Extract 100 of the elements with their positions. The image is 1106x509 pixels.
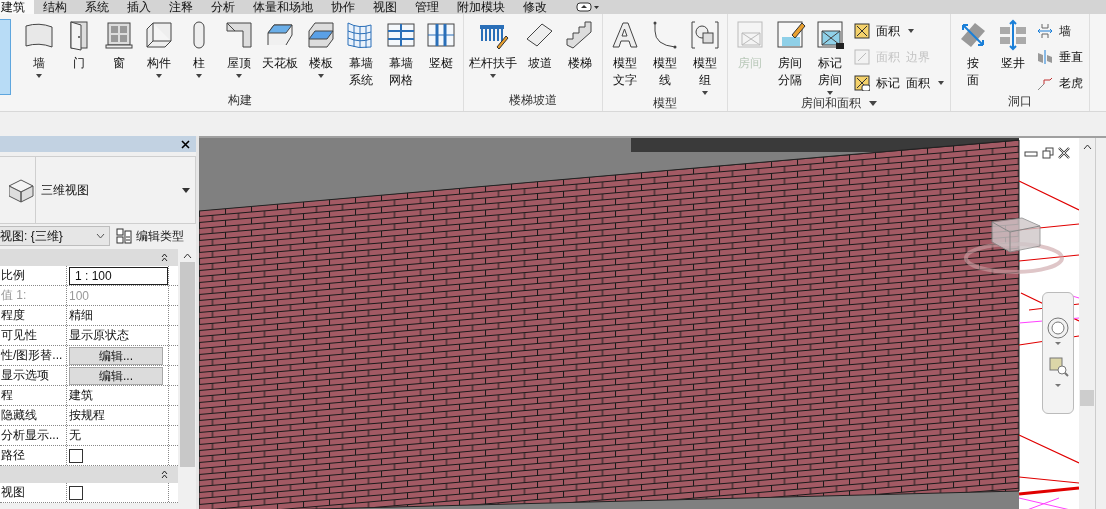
minimize-icon[interactable] <box>1024 148 1038 158</box>
ribbon-small-button[interactable]: 垂直 <box>1037 47 1083 67</box>
property-label: 性/图形替... <box>0 346 67 365</box>
ribbon-button[interactable]: 模型 线 <box>645 19 685 89</box>
scrollbar-thumb[interactable] <box>180 262 195 467</box>
ribbon-button[interactable]: 坡道 <box>520 19 560 72</box>
steering-wheel-icon[interactable] <box>1046 316 1070 346</box>
brick-wall-3d-drawing[interactable] <box>199 138 1079 509</box>
close-icon[interactable] <box>181 139 190 149</box>
type-selector[interactable]: 三维视图 <box>0 156 196 224</box>
viewcube-drawing[interactable] <box>964 214 1064 276</box>
caret-icon <box>908 29 914 33</box>
ribbon-tab[interactable]: 系统 <box>76 0 118 14</box>
property-label: 程 <box>0 386 67 405</box>
ribbon-small-button[interactable]: 墙 <box>1037 21 1083 41</box>
ribbon-tab[interactable]: 插入 <box>118 0 160 14</box>
letter-a-icon <box>609 19 641 51</box>
roof-icon <box>223 19 255 51</box>
ribbon-button[interactable]: 窗 <box>99 19 139 72</box>
ribbon-button[interactable]: 标记 房间 <box>810 19 850 95</box>
restore-icon[interactable] <box>1042 147 1054 159</box>
property-label: 可见性 <box>0 326 67 345</box>
property-label: 隐藏线 <box>0 406 67 425</box>
ribbon-group-title[interactable]: 构建 <box>19 92 461 111</box>
ribbon-tab[interactable]: 附加模块 <box>448 0 514 14</box>
caret-icon <box>182 187 190 193</box>
instance-dropdown[interactable]: 视图: {三维} <box>0 226 110 246</box>
ribbon-group-title[interactable]: 洞口 <box>953 93 1087 112</box>
wall-opening-icon <box>1037 23 1053 39</box>
ribbon-small-button[interactable]: 标记 面积 <box>854 73 944 93</box>
scrollbar-thumb[interactable] <box>1080 390 1094 406</box>
caret-icon <box>869 100 877 106</box>
property-label: 分析显示... <box>0 426 67 445</box>
caret-icon <box>490 74 496 78</box>
property-label: 程度 <box>0 306 67 325</box>
caret-icon <box>36 74 42 78</box>
ribbon-button[interactable]: 竖梃 <box>421 19 461 72</box>
ribbon-button[interactable]: 门 <box>59 19 99 72</box>
navigation-bar[interactable] <box>1042 292 1074 414</box>
ribbon-button[interactable]: 楼板 <box>301 19 341 78</box>
ribbon-tab[interactable]: 修改 <box>514 0 556 14</box>
ribbon-button[interactable]: 幕墙 系统 <box>341 19 381 89</box>
caret-icon <box>236 74 242 78</box>
ribbon-button[interactable]: 幕墙 网格 <box>381 19 421 89</box>
caret-icon <box>702 91 708 95</box>
ribbon-button[interactable]: 按 面 <box>953 19 993 89</box>
ribbon-tab[interactable]: 协作 <box>322 0 364 14</box>
ribbon-group-title[interactable]: 模型 <box>605 95 725 114</box>
vertical-opening-icon <box>1037 49 1053 65</box>
ribbon-button[interactable]: 竖井 <box>993 19 1033 72</box>
caret-icon <box>938 81 944 85</box>
ribbon-button[interactable]: 天花板 <box>259 19 301 72</box>
ribbon-small-button[interactable]: 老虎 <box>1037 73 1083 93</box>
ribbon-tab[interactable]: 注释 <box>160 0 202 14</box>
ribbon-button[interactable]: 屋顶 <box>219 19 259 78</box>
room-separator-icon <box>774 19 806 51</box>
ribbon-button[interactable]: 楼梯 <box>560 19 600 72</box>
caret-icon <box>156 74 162 78</box>
property-label: 值 1: <box>0 286 67 305</box>
room-icon <box>734 19 766 51</box>
ribbon-button[interactable]: 构件 <box>139 19 179 78</box>
edit-button[interactable]: 编辑... <box>69 346 163 365</box>
ribbon-button[interactable]: 墙 <box>19 19 59 78</box>
checkbox[interactable] <box>69 448 83 463</box>
collapse-icon <box>161 470 168 479</box>
shaft-icon <box>997 19 1029 51</box>
ribbon-tab[interactable]: 视图 <box>364 0 406 14</box>
property-label: 路径 <box>0 446 67 465</box>
checkbox[interactable] <box>69 485 83 500</box>
ribbon-button[interactable]: 柱 <box>179 19 219 78</box>
ribbon-tab[interactable]: 分析 <box>202 0 244 14</box>
close-icon[interactable] <box>1058 147 1070 159</box>
ribbon-tab[interactable]: 结构 <box>34 0 76 14</box>
ribbon-tab[interactable]: 管理 <box>406 0 448 14</box>
caret-icon <box>196 74 202 78</box>
area-boundary-icon <box>854 49 870 65</box>
zoom-region-icon[interactable] <box>1046 356 1070 390</box>
edit-type-icon <box>116 228 132 244</box>
scroll-up-icon <box>1082 144 1092 150</box>
ribbon-tab[interactable]: 建筑 <box>0 0 34 14</box>
ribbon-button[interactable]: 模型 文字 <box>605 19 645 89</box>
ribbon-group-title[interactable]: 楼梯坡道 <box>466 92 600 111</box>
window-icon <box>103 19 135 51</box>
ribbon-button[interactable]: 房间 分隔 <box>770 19 810 89</box>
ribbon-button[interactable]: 栏杆扶手 <box>466 19 520 78</box>
ribbon-tab[interactable]: 体量和场地 <box>244 0 322 14</box>
property-value: 按规程 <box>69 407 105 424</box>
property-input[interactable]: 1 : 100 <box>69 266 168 285</box>
ribbon-small-button[interactable]: 面积 <box>854 21 944 41</box>
property-value: 精细 <box>69 307 93 324</box>
edit-type-button[interactable]: 编辑类型 <box>116 227 184 245</box>
property-label: 视图 <box>0 483 67 502</box>
scroll-up-icon <box>183 253 192 259</box>
room-tag-icon <box>814 19 846 51</box>
ribbon-group-title[interactable]: 房间和面积 <box>730 95 948 114</box>
edit-button[interactable]: 编辑... <box>69 366 163 385</box>
dormer-icon <box>1037 75 1053 91</box>
ribbon-button[interactable]: 模型 组 <box>685 19 725 95</box>
property-value: 100 <box>69 288 90 303</box>
property-value: 无 <box>69 427 81 444</box>
